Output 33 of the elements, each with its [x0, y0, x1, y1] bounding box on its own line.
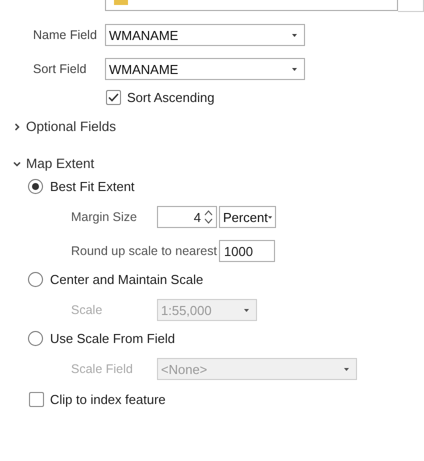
field-label: Sort Field — [33, 62, 88, 76]
checkbox[interactable] — [29, 392, 44, 407]
spinner-icon — [204, 209, 213, 225]
sort-field-dropdown[interactable]: WMANAME — [105, 58, 305, 80]
field-label: Scale Field — [71, 362, 134, 376]
round-up-field[interactable]: 1000 — [219, 240, 275, 262]
section-header[interactable]: Map Extent — [26, 156, 94, 171]
radio-label: Center and Maintain Scale — [50, 272, 204, 287]
radio-button[interactable] — [28, 331, 43, 346]
radio-label: Best Fit Extent — [50, 179, 135, 194]
caret-icon — [244, 308, 249, 312]
checkbox-label: Clip to index feature — [50, 392, 166, 407]
caret-icon — [292, 34, 297, 36]
caret-icon — [268, 216, 272, 218]
chevron-icon[interactable] — [13, 160, 21, 168]
field-label: Scale — [71, 303, 104, 317]
layer-icon — [114, 0, 128, 5]
caret-icon — [344, 368, 349, 370]
caret-icon — [292, 68, 297, 70]
section-header[interactable]: Optional Fields — [26, 119, 116, 134]
chevron-icon[interactable] — [13, 122, 21, 130]
radio-button[interactable] — [28, 272, 43, 287]
field-label: Name Field — [33, 28, 98, 42]
margin-size-field[interactable]: 4 — [157, 206, 217, 228]
field-label: Margin Size — [71, 210, 138, 224]
checkbox-label: Sort Ascending — [127, 90, 214, 105]
field-label: Round up scale to nearest — [71, 244, 218, 258]
radio-button[interactable] — [28, 179, 43, 194]
layer-field[interactable] — [105, 0, 398, 11]
unit-dropdown[interactable]: Percent — [219, 206, 276, 228]
name-field-dropdown[interactable]: WMANAME — [105, 24, 305, 46]
checkbox[interactable] — [106, 90, 121, 105]
radio-label: Use Scale From Field — [50, 331, 175, 346]
